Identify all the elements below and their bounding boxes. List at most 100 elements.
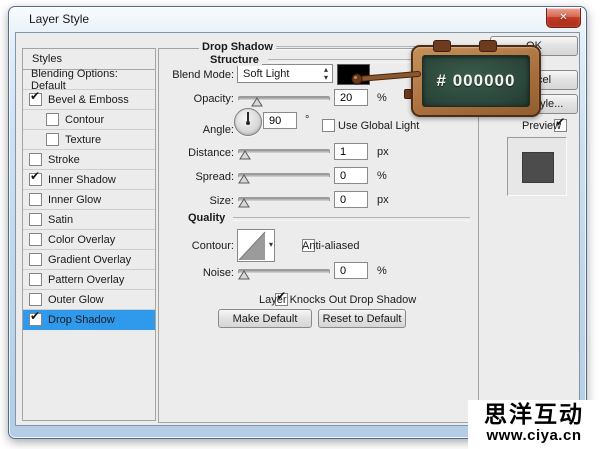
size-slider[interactable] bbox=[238, 193, 330, 208]
sidebar-item-label: Blending Options: Default bbox=[31, 68, 155, 92]
board-knob bbox=[433, 40, 451, 52]
sidebar-item-pattern-overlay[interactable]: Pattern Overlay bbox=[23, 270, 155, 290]
spread-input[interactable] bbox=[334, 167, 368, 184]
watermark-url: www.ciya.cn bbox=[468, 428, 600, 444]
sidebar-item-bevel-emboss[interactable]: ✔ Bevel & Emboss bbox=[23, 90, 155, 110]
opacity-slider[interactable] bbox=[238, 92, 330, 107]
contour-linear-icon bbox=[238, 230, 266, 261]
sidebar-item-stroke[interactable]: Stroke bbox=[23, 150, 155, 170]
blend-mode-select[interactable]: Soft Light ▴ ▾ bbox=[237, 64, 333, 83]
blend-mode-value: Soft Light bbox=[238, 68, 289, 80]
angle-unit: ° bbox=[305, 114, 309, 126]
sidebar-item-texture[interactable]: Texture bbox=[23, 130, 155, 150]
style-checkbox[interactable]: ✔ bbox=[29, 93, 42, 106]
style-checkbox[interactable] bbox=[29, 273, 42, 286]
check-icon: ✔ bbox=[30, 90, 40, 102]
sidebar-item-outer-glow[interactable]: Outer Glow bbox=[23, 290, 155, 310]
sidebar-item-label: Stroke bbox=[48, 154, 80, 166]
noise-slider[interactable] bbox=[238, 265, 330, 280]
watermark: 思洋互动 www.ciya.cn bbox=[468, 400, 600, 449]
size-slider-thumb[interactable] bbox=[238, 198, 250, 208]
distance-label: Distance: bbox=[140, 147, 234, 159]
sidebar-item-satin[interactable]: Satin bbox=[23, 210, 155, 230]
distance-slider-thumb[interactable] bbox=[239, 150, 251, 160]
sidebar-item-label: Color Overlay bbox=[48, 234, 115, 246]
check-icon: ✔ bbox=[30, 170, 40, 182]
sidebar-item-color-overlay[interactable]: Color Overlay bbox=[23, 230, 155, 250]
contour-picker[interactable]: ▾ bbox=[237, 229, 275, 262]
slider-groove[interactable] bbox=[238, 173, 330, 178]
noise-label: Noise: bbox=[140, 267, 234, 279]
preview-shape bbox=[522, 152, 554, 183]
blend-mode-label: Blend Mode: bbox=[140, 69, 234, 81]
sidebar-item-drop-shadow[interactable]: ✔ Drop Shadow bbox=[23, 310, 155, 330]
sidebar-item-label: Texture bbox=[65, 134, 101, 146]
spread-slider[interactable] bbox=[238, 169, 330, 184]
slider-groove[interactable] bbox=[238, 149, 330, 154]
noise-input[interactable] bbox=[334, 262, 368, 279]
sidebar-item-label: Pattern Overlay bbox=[48, 274, 124, 286]
style-checkbox[interactable] bbox=[46, 113, 59, 126]
window-title: Layer Style bbox=[29, 7, 89, 32]
size-label: Size: bbox=[140, 195, 234, 207]
preview-label: Preview bbox=[522, 120, 561, 132]
sidebar-item-label: Inner Shadow bbox=[48, 174, 116, 186]
size-unit: px bbox=[377, 194, 389, 206]
styles-list: Styles Blending Options: Default✔Bevel &… bbox=[22, 48, 156, 421]
sidebar-item-label: Contour bbox=[65, 114, 104, 126]
knockout-label: Layer Knocks Out Drop Shadow bbox=[259, 294, 416, 306]
sidebar-item-contour[interactable]: Contour bbox=[23, 110, 155, 130]
noise-unit: % bbox=[377, 265, 387, 277]
spread-label: Spread: bbox=[140, 171, 234, 183]
noise-slider-thumb[interactable] bbox=[238, 270, 250, 280]
spread-unit: % bbox=[377, 170, 387, 182]
anti-aliased-label: Anti-aliased bbox=[302, 240, 359, 252]
style-checkbox[interactable] bbox=[29, 293, 42, 306]
opacity-input[interactable] bbox=[334, 89, 368, 106]
style-checkbox[interactable] bbox=[46, 133, 59, 146]
quality-heading: Quality bbox=[185, 212, 228, 224]
style-checkbox[interactable] bbox=[29, 213, 42, 226]
slider-groove[interactable] bbox=[238, 197, 330, 202]
page: Layer Style ✕ Styles Blending Options: D… bbox=[0, 0, 600, 449]
spread-slider-thumb[interactable] bbox=[238, 174, 250, 184]
opacity-label: Opacity: bbox=[140, 93, 234, 105]
contour-dropdown-icon[interactable]: ▾ bbox=[269, 240, 273, 249]
sidebar-item-label: Outer Glow bbox=[48, 294, 104, 306]
make-default-button[interactable]: Make Default bbox=[218, 309, 312, 328]
check-icon: ✔ bbox=[30, 310, 40, 322]
dial-hub-icon bbox=[246, 121, 250, 125]
size-input[interactable] bbox=[334, 191, 368, 208]
distance-slider[interactable] bbox=[238, 145, 330, 160]
use-global-light-label: Use Global Light bbox=[338, 120, 419, 132]
style-checkbox[interactable] bbox=[29, 153, 42, 166]
distance-input[interactable] bbox=[334, 143, 368, 160]
style-checkbox[interactable]: ✔ bbox=[29, 313, 42, 326]
pointer-brush-icon bbox=[348, 66, 422, 88]
board-knob bbox=[479, 40, 497, 52]
opacity-slider-thumb[interactable] bbox=[251, 97, 263, 107]
quality-rule bbox=[233, 217, 470, 221]
sidebar-item-gradient-overlay[interactable]: Gradient Overlay bbox=[23, 250, 155, 270]
style-checkbox[interactable] bbox=[29, 253, 42, 266]
reset-to-default-button[interactable]: Reset to Default bbox=[318, 309, 406, 328]
sidebar-item-label: Drop Shadow bbox=[48, 314, 115, 326]
angle-dial[interactable] bbox=[234, 108, 262, 136]
sidebar-item-inner-shadow[interactable]: ✔ Inner Shadow bbox=[23, 170, 155, 190]
panel-title: Drop Shadow bbox=[199, 41, 276, 53]
preview-thumbnail bbox=[507, 137, 567, 196]
distance-unit: px bbox=[377, 146, 389, 158]
style-checkbox[interactable] bbox=[29, 233, 42, 246]
titlebar[interactable]: Layer Style ✕ bbox=[9, 7, 586, 32]
slider-groove[interactable] bbox=[238, 269, 330, 274]
sidebar-item-blending-options-default[interactable]: Blending Options: Default bbox=[23, 70, 155, 90]
sidebar-item-label: Satin bbox=[48, 214, 73, 226]
sidebar-item-label: Bevel & Emboss bbox=[48, 94, 129, 106]
sidebar-item-inner-glow[interactable]: Inner Glow bbox=[23, 190, 155, 210]
style-checkbox[interactable] bbox=[29, 193, 42, 206]
angle-label: Angle: bbox=[140, 124, 234, 136]
style-checkbox[interactable]: ✔ bbox=[29, 173, 42, 186]
use-global-light-checkbox[interactable] bbox=[322, 119, 335, 132]
angle-input[interactable] bbox=[263, 112, 297, 129]
close-button[interactable]: ✕ bbox=[546, 8, 581, 28]
